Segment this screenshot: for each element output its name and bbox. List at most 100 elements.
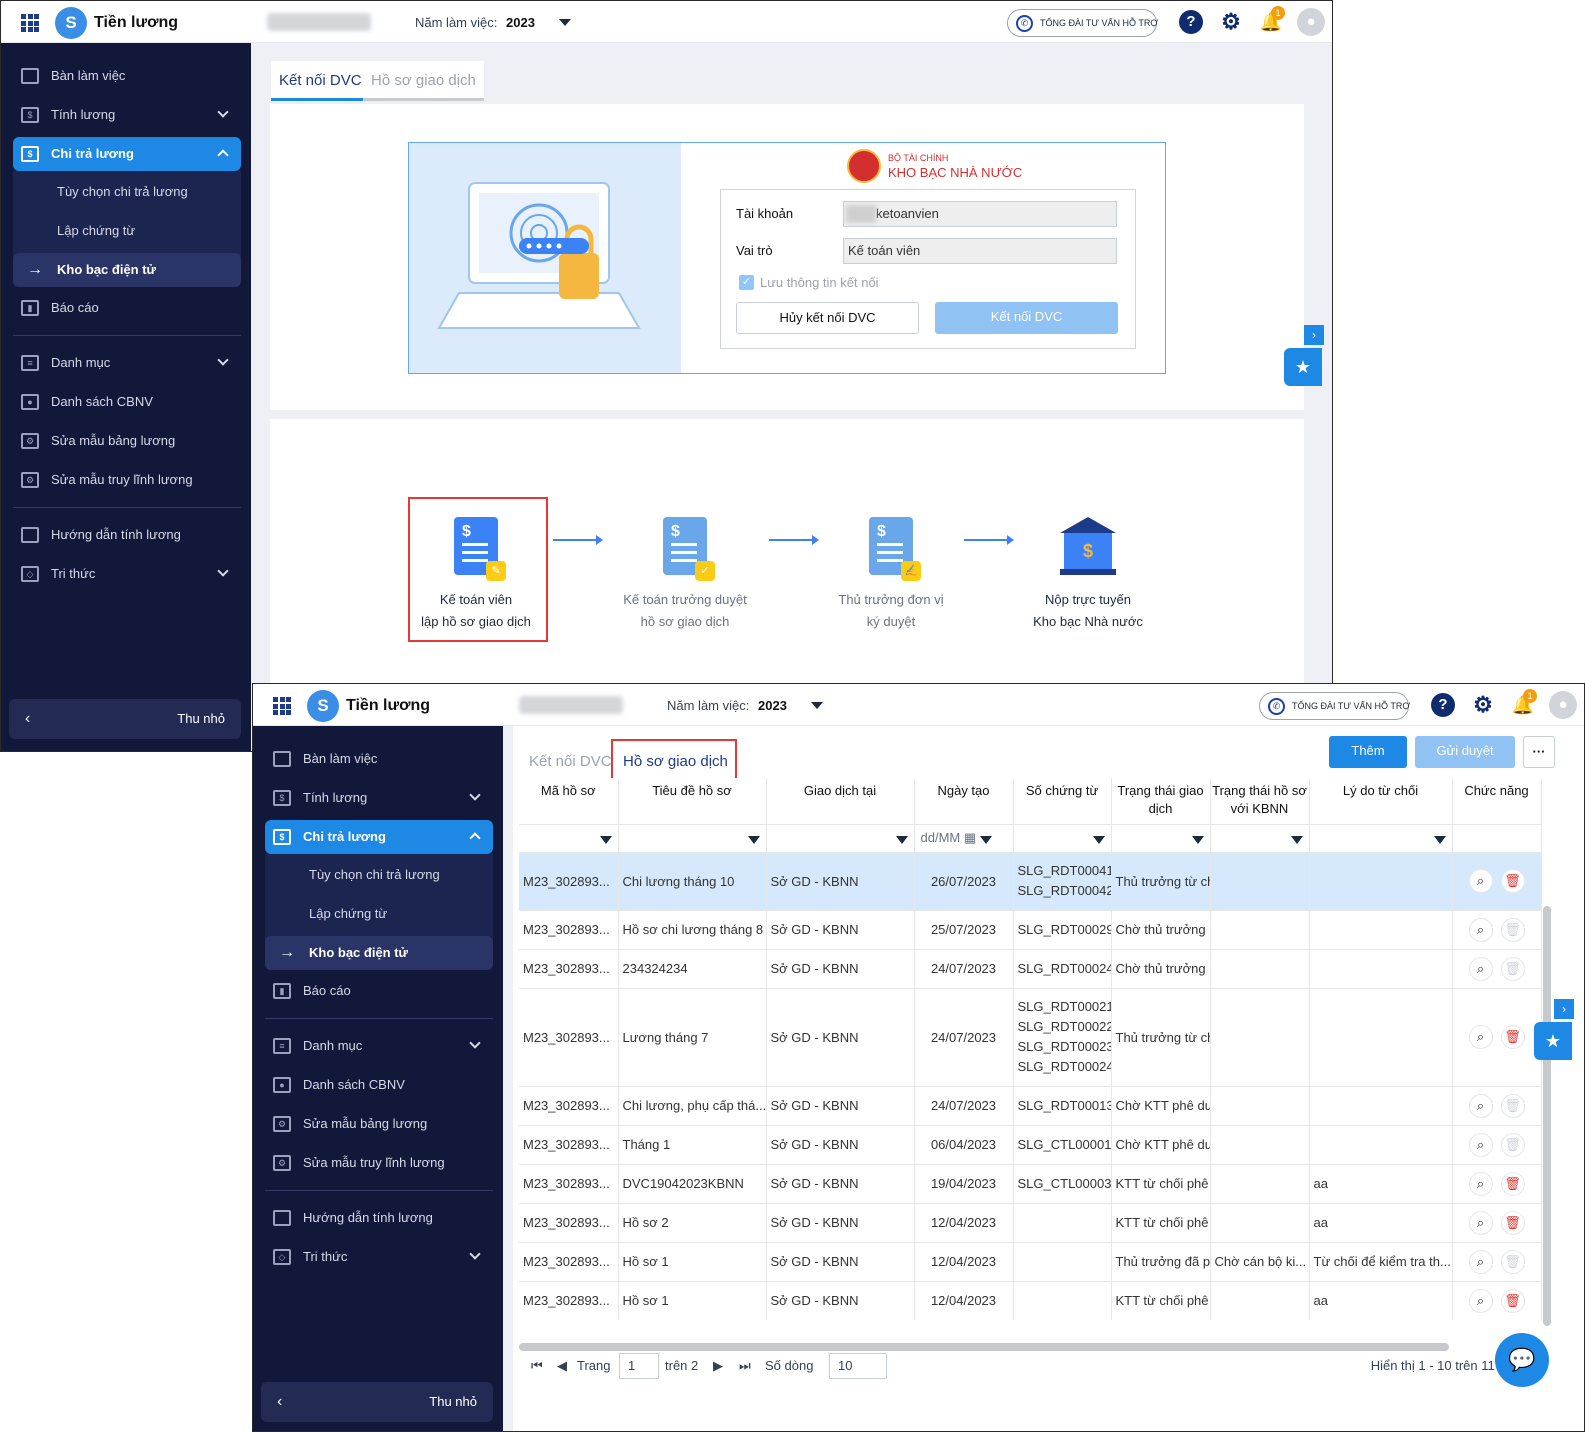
help-icon[interactable]: ? [1179,10,1203,34]
view-icon[interactable]: ⌕ [1468,869,1493,893]
sidebar-item-desk[interactable]: Bàn làm việc [13,59,241,93]
filter-icon[interactable] [1290,835,1303,844]
filter-code[interactable] [519,823,619,852]
sidebar-item-reports[interactable]: ▮ Báo cáo [13,291,241,325]
filter-place[interactable] [766,823,915,852]
app-grid-icon[interactable] [21,14,39,32]
delete-icon[interactable]: 🗑 [1500,1210,1525,1235]
header-vouchers[interactable]: Số chứng từ [1013,778,1112,824]
app-grid-icon[interactable] [273,697,291,715]
last-page-icon[interactable]: ⏭ [739,1358,751,1374]
header-reason[interactable]: Lý do từ chối [1309,778,1453,824]
sidebar-item-payroll[interactable]: $ Tính lương [13,98,241,132]
delete-icon[interactable]: 🗑 [1500,917,1525,942]
table-row[interactable]: M23_302893... Hồ sơ 1 Sở GD - KBNN 12/04/20… [519,1280,1542,1320]
view-icon[interactable]: ⌕ [1468,1171,1493,1196]
sidebar-item-employees[interactable]: ● Danh sách CBNV [13,385,241,419]
table-row[interactable]: M23_302893... 234324234 Sở GD - KBNN 24/07/… [519,948,1542,988]
filter-kbnn-status[interactable] [1210,823,1310,852]
delete-icon[interactable]: 🗑 [1500,1025,1525,1049]
sidebar-item-payment[interactable]: $ Chi trả lương [13,137,241,171]
view-icon[interactable]: ⌕ [1468,917,1493,942]
filter-status[interactable] [1111,823,1211,852]
header-title[interactable]: Tiêu đề hồ sơ [618,778,767,824]
support-hotline-button[interactable]: ✆ TỔNG ĐÀI TƯ VẤN HỖ TRỢ [1259,692,1410,720]
filter-icon[interactable] [1433,835,1446,844]
dropdown-icon[interactable] [1191,835,1204,844]
filter-icon[interactable] [747,835,760,844]
view-icon[interactable]: ⌕ [1468,1210,1493,1235]
page-input[interactable]: 1 [619,1353,659,1379]
table-row[interactable]: M23_302893... Chi lương tháng 10 Sở GD - K… [519,851,1542,910]
support-hotline-button[interactable]: ✆ TỔNG ĐÀI TƯ VẤN HỖ TRỢ [1007,9,1158,37]
expand-panel-icon[interactable]: › [1554,999,1574,1019]
sidebar-item-catalog[interactable]: ≡ Danh mục [13,346,241,380]
delete-icon[interactable]: 🗑 [1500,869,1525,893]
filter-icon[interactable] [1092,835,1105,844]
first-page-icon[interactable]: ⏮ [531,1358,543,1374]
filter-reason[interactable] [1309,823,1453,852]
chat-icon[interactable]: 💬 [1495,1333,1549,1387]
header-kbnn-status[interactable]: Trạng thái hồ sơ với KBNN [1210,778,1310,824]
help-icon[interactable]: ? [1431,693,1455,717]
delete-icon[interactable]: 🗑 [1500,1171,1525,1196]
filter-icon[interactable] [895,835,908,844]
rows-per-page-input[interactable]: 10 [829,1353,887,1379]
header-status[interactable]: Trạng thái giao dịch [1111,778,1211,824]
account-input[interactable]: ketoanvien [843,201,1117,227]
year-value[interactable]: 2023 [506,15,535,30]
horizontal-scrollbar[interactable] [519,1343,1449,1351]
header-place[interactable]: Giao dịch tại [766,778,915,824]
avatar[interactable]: ● [1297,8,1325,36]
gear-icon[interactable]: ⚙ [1471,693,1495,717]
header-date[interactable]: Ngày tạo [914,778,1014,824]
year-dropdown-icon[interactable] [811,702,823,709]
view-icon[interactable]: ⌕ [1468,1025,1493,1049]
sidebar-item-edit-payroll-template[interactable]: ⚙ Sửa mẫu bảng lương [13,424,241,458]
subitem-vouchers[interactable]: Lập chứng từ [13,214,241,248]
collapse-sidebar-button[interactable]: ‹ Thu nhỏ [9,699,241,739]
vertical-scrollbar[interactable] [1543,906,1551,1326]
filter-icon[interactable] [979,835,992,844]
more-options-button[interactable]: ··· [1523,736,1555,768]
header-code[interactable]: Mã hồ sơ [519,778,619,824]
add-button[interactable]: Thêm [1329,736,1407,768]
table-row[interactable]: M23_302893... Hồ sơ 1 Sở GD - KBNN 12/04/20… [519,1241,1542,1281]
sidebar-item-edit-backpay-template[interactable]: ⚙ Sửa mẫu truy lĩnh lương [13,463,241,497]
gear-icon[interactable]: ⚙ [1219,10,1243,34]
feedback-icon[interactable]: ★ [1284,348,1322,386]
prev-page-icon[interactable]: ◀ [557,1358,567,1374]
delete-icon[interactable]: 🗑 [1500,1093,1525,1118]
filter-date[interactable]: dd/MM ▦ [914,823,1014,852]
subitem-payment-options[interactable]: Tùy chọn chi trả lương [13,175,241,209]
role-input[interactable]: Kế toán viên [843,238,1117,264]
delete-icon[interactable]: 🗑 [1500,956,1525,981]
sidebar-item-guide[interactable]: Hướng dẫn tính lương [13,518,241,552]
remember-checkbox[interactable]: ✓ [739,275,754,290]
submit-approval-button[interactable]: Gửi duyệt [1415,736,1515,768]
year-value[interactable]: 2023 [758,698,787,713]
connect-dvc-button[interactable]: Kết nối DVC [935,302,1118,334]
expand-panel-icon[interactable]: › [1304,325,1324,345]
sidebar-item-knowledge[interactable]: ◇ Tri thức [13,557,241,591]
filter-icon[interactable] [599,835,612,844]
table-row[interactable]: M23_302893... Hồ sơ chi lương tháng 8 Sở G… [519,909,1542,949]
table-row[interactable]: M23_302893... Tháng 1 Sở GD - KBNN 06/04/20… [519,1124,1542,1164]
view-icon[interactable]: ⌕ [1468,956,1493,981]
tab-connect-dvc[interactable]: Kết nối DVC [521,742,620,782]
delete-icon[interactable]: 🗑 [1500,1132,1525,1157]
view-icon[interactable]: ⌕ [1468,1249,1493,1274]
table-row[interactable]: M23_302893... DVC19042023KBNN Sở GD - KBNN… [519,1163,1542,1203]
view-icon[interactable]: ⌕ [1468,1093,1493,1118]
year-dropdown-icon[interactable] [559,19,571,26]
avatar[interactable]: ● [1549,691,1577,719]
tab-records[interactable]: Hồ sơ giao dịch [363,61,484,101]
table-row[interactable]: M23_302893... Chi lương, phụ cấp thá... Sở… [519,1085,1542,1125]
disconnect-dvc-button[interactable]: Hủy kết nối DVC [736,302,919,334]
delete-icon[interactable]: 🗑 [1500,1249,1525,1274]
view-icon[interactable]: ⌕ [1468,1132,1493,1157]
filter-title[interactable] [618,823,767,852]
filter-vouchers[interactable] [1013,823,1112,852]
next-page-icon[interactable]: ▶ [713,1358,723,1374]
feedback-icon[interactable]: ★ [1534,1022,1572,1060]
